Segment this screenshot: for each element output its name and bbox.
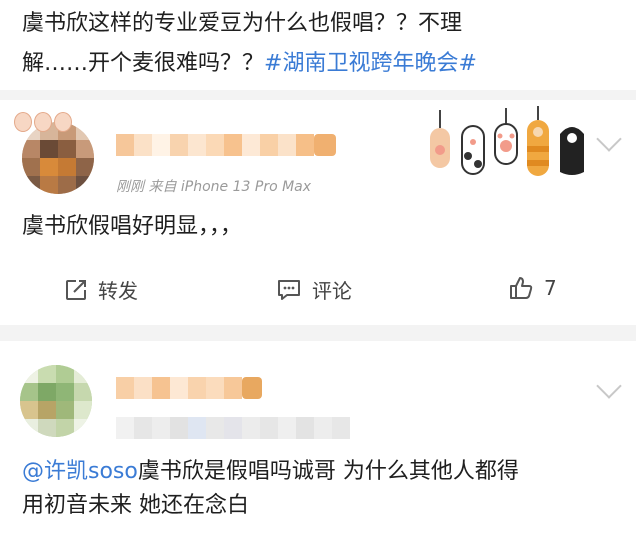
post-text-line2-prefix: 解……开个麦很难吗？？ bbox=[22, 51, 265, 76]
comment-text-line2: 用初音未来 她还在念白 bbox=[22, 493, 249, 518]
comment-text-body: 虞书欣是假唱吗诚哥 为什么其他人都得 bbox=[137, 459, 519, 484]
chevron-down-icon[interactable] bbox=[596, 373, 622, 399]
comment-card: @许凯soso虞书欣是假唱吗诚哥 为什么其他人都得 用初音未来 她还在念白 bbox=[0, 341, 636, 535]
section-separator bbox=[0, 325, 636, 341]
comment-button[interactable]: 评论 bbox=[276, 275, 352, 304]
hashtag-link[interactable]: #湖南卫视跨年晚会# bbox=[264, 51, 477, 76]
avatar[interactable] bbox=[20, 365, 92, 437]
repost-button[interactable]: 转发 bbox=[64, 275, 138, 304]
post-content: 虞书欣这样的专业爱豆为什么也假唱？？不理 解……开个麦很难吗？？#湖南卫视跨年晚… bbox=[0, 0, 636, 90]
chevron-down-icon[interactable] bbox=[596, 126, 622, 152]
share-edit-icon bbox=[66, 279, 86, 300]
mention-link[interactable]: @许凯soso bbox=[22, 459, 138, 484]
post-text-line1: 虞书欣这样的专业爱豆为什么也假唱？？不理 bbox=[22, 11, 463, 36]
comment-text: 虞书欣假唱好明显，，， bbox=[22, 214, 243, 239]
username-mosaic[interactable] bbox=[116, 134, 336, 156]
like-button[interactable]: 7 bbox=[508, 275, 557, 301]
comment-card: 刚刚 来自 iPhone 13 Pro Max 虞书欣假唱好明显，，， 转发 评… bbox=[0, 100, 636, 325]
username-mosaic[interactable] bbox=[116, 377, 262, 399]
repost-label: 转发 bbox=[98, 279, 138, 303]
comment-bubble-icon bbox=[278, 279, 300, 300]
avatar-decoration bbox=[14, 112, 72, 134]
thumbs-up-icon bbox=[510, 277, 533, 299]
comment-label: 评论 bbox=[312, 279, 352, 303]
cat-paws-decoration-icon bbox=[430, 106, 584, 176]
post-text-line2: 解……开个麦很难吗？？#湖南卫视跨年晚会# bbox=[22, 50, 477, 78]
section-separator bbox=[0, 90, 636, 100]
like-count: 7 bbox=[544, 276, 557, 300]
comment-action-bar: 转发 评论 7 bbox=[0, 275, 636, 315]
weibo-feed: 虞书欣这样的专业爱豆为什么也假唱？？不理 解……开个麦很难吗？？#湖南卫视跨年晚… bbox=[0, 0, 636, 535]
comment-text-line1: @许凯soso虞书欣是假唱吗诚哥 为什么其他人都得 bbox=[22, 457, 519, 487]
meta-mosaic bbox=[116, 417, 350, 439]
comment-timestamp-device: 刚刚 来自 iPhone 13 Pro Max bbox=[116, 179, 312, 195]
